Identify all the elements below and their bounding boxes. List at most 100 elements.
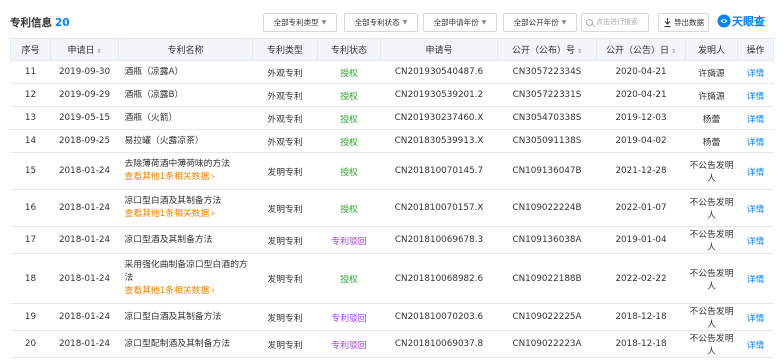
detail-link[interactable]: 详情 <box>737 303 774 331</box>
publication-date: 2020-04-21 <box>596 83 686 107</box>
inventor: 许旖源 <box>685 83 738 107</box>
related-data-label: 查看其他1条相关数据 <box>124 286 210 296</box>
related-data-link[interactable]: 查看其他1条相关数据 › <box>125 285 253 298</box>
patent-status: 授权 <box>317 60 381 84</box>
filter-patent-status[interactable]: 全部专利状态 ▼ <box>344 13 418 32</box>
application-number: CN201830539913.X <box>380 129 498 153</box>
row-index: 20 <box>10 330 51 358</box>
inventor: 不公告发明人 <box>685 226 738 254</box>
patent-name[interactable]: 酒瓶（凉露B） <box>125 90 184 100</box>
export-data-button[interactable]: 导出数据 <box>658 13 709 32</box>
publication-date: 2019-12-03 <box>596 106 686 130</box>
detail-link[interactable]: 详情 <box>737 129 774 153</box>
patent-name[interactable]: 凉口型白酒及其制备方法 <box>125 312 222 322</box>
filter-patent-status-label: 全部专利状态 <box>354 18 400 27</box>
patent-type: 发明专利 <box>252 330 318 358</box>
detail-link[interactable]: 详情 <box>737 152 774 190</box>
application-number: CN201810069037.8 <box>380 330 498 358</box>
search-input[interactable]: 点击进行搜索 <box>581 13 649 32</box>
tianyancha-logo[interactable]: 天眼查 <box>717 12 765 32</box>
row-index: 11 <box>10 60 51 84</box>
patent-name[interactable]: 酒瓶（凉露A） <box>125 67 184 77</box>
inventor: 不公告发明人 <box>685 152 738 190</box>
chevron-down-icon: ▼ <box>402 19 408 26</box>
related-data-label: 查看其他1条相关数据 <box>124 172 210 182</box>
publication-number: CN305091138S <box>497 129 597 153</box>
col-header-application-date[interactable]: 申请日 ⇕ <box>50 38 119 61</box>
col-header-publication-date-label: 公开（公告）日 <box>605 46 669 56</box>
publication-date: 2019-04-02 <box>596 129 686 153</box>
chevron-right-icon: › <box>211 286 215 296</box>
filter-application-year[interactable]: 全部申请年份 ▼ <box>423 13 497 32</box>
publication-date: 2019-01-04 <box>596 226 686 254</box>
inventor: 不公告发明人 <box>685 330 738 358</box>
related-data-link[interactable]: 查看其他1条相关数据 › <box>125 171 253 184</box>
sort-icon: ⇕ <box>96 48 102 55</box>
patent-name[interactable]: 去除薄荷酒中薄荷味的方法 <box>125 159 231 169</box>
related-data-link[interactable]: 查看其他1条相关数据 › <box>125 208 253 221</box>
download-icon <box>664 18 671 27</box>
row-index: 13 <box>10 106 51 130</box>
inventor: 不公告发明人 <box>685 189 738 227</box>
patent-type: 发明专利 <box>252 303 318 331</box>
table-row: 12 2019-09-29 酒瓶（凉露B） 外观专利 授权 CN201930539201.… <box>10 83 774 107</box>
patent-name[interactable]: 酒瓶（火箭） <box>125 113 178 123</box>
col-header-action: 操作 <box>737 38 774 61</box>
chevron-right-icon: › <box>211 209 215 219</box>
application-number: CN201810070145.7 <box>380 152 498 190</box>
filter-application-year-label: 全部申请年份 <box>433 18 479 27</box>
patent-name[interactable]: 凉口型配制酒及其制备方法 <box>125 339 231 349</box>
detail-link[interactable]: 详情 <box>737 106 774 130</box>
table-header-row: 序号 申请日 ⇕ 专利名称 专利类型 专利状态 申请号 公开（公布）号 ⇕ 公开（公… <box>10 38 774 61</box>
publication-number: CN305722331S <box>497 83 597 107</box>
patent-name-cell: 采用强化曲制备凉口型白酒的方法查看其他1条相关数据 › <box>118 253 253 304</box>
chevron-right-icon: › <box>211 172 215 182</box>
application-number: CN201810070157.X <box>380 189 498 227</box>
col-header-publication-date[interactable]: 公开（公告）日 ⇕ <box>596 38 686 61</box>
application-date: 2018-01-24 <box>50 226 119 254</box>
filter-publication-year[interactable]: 全部公开年份 ▼ <box>503 13 577 32</box>
patent-name-cell: 凉口型白酒及其制备方法 查看其他1条相关数据 › <box>118 189 253 227</box>
patent-type: 外观专利 <box>252 83 318 107</box>
table-row: 14 2018-09-25 易拉罐（火露凉茶） 外观专利 授权 CN20183053991… <box>10 129 774 153</box>
col-header-publication-number[interactable]: 公开（公布）号 ⇕ <box>497 38 597 61</box>
patent-name[interactable]: 易拉罐（火露凉茶） <box>125 136 204 146</box>
col-header-index: 序号 <box>10 38 51 61</box>
search-icon <box>586 19 593 26</box>
tianyancha-logo-icon <box>717 14 731 28</box>
patent-name[interactable]: 凉口型酒及其制备方法 <box>125 235 213 245</box>
application-date: 2018-01-24 <box>50 303 119 331</box>
col-header-patent-name: 专利名称 <box>118 38 253 61</box>
application-number: CN201810069678.3 <box>380 226 498 254</box>
application-date: 2018-01-24 <box>50 253 119 304</box>
patent-status: 专利驳回 <box>317 330 381 358</box>
patent-status: 授权 <box>317 106 381 130</box>
detail-link[interactable]: 详情 <box>737 83 774 107</box>
table-row: 19 2018-01-24 凉口型白酒及其制备方法 发明专利 专利驳回 CN2018100… <box>10 303 774 331</box>
inventor: 杨蕾 <box>685 129 738 153</box>
patent-count: 20 <box>55 17 70 29</box>
application-number: CN201930237460.X <box>380 106 498 130</box>
patent-type: 外观专利 <box>252 129 318 153</box>
detail-link[interactable]: 详情 <box>737 226 774 254</box>
filter-patent-type-label: 全部专利类型 <box>273 18 319 27</box>
chevron-down-icon: ▼ <box>321 19 327 26</box>
patent-name[interactable]: 采用强化曲制备凉口型白酒的方法 <box>125 260 248 283</box>
detail-link[interactable]: 详情 <box>737 189 774 227</box>
patent-name[interactable]: 凉口型白酒及其制备方法 <box>125 196 222 206</box>
detail-link[interactable]: 详情 <box>737 330 774 358</box>
row-index: 16 <box>10 189 51 227</box>
application-number: CN201810070203.6 <box>380 303 498 331</box>
patent-table: 序号 申请日 ⇕ 专利名称 专利类型 专利状态 申请号 公开（公布）号 ⇕ 公开（公… <box>10 38 774 358</box>
application-date: 2018-01-24 <box>50 189 119 227</box>
publication-date: 2020-04-21 <box>596 60 686 84</box>
patent-type: 发明专利 <box>252 152 318 190</box>
row-index: 14 <box>10 129 51 153</box>
related-data-label: 查看其他1条相关数据 <box>124 209 210 219</box>
col-header-inventor: 发明人 <box>685 38 738 61</box>
detail-link[interactable]: 详情 <box>737 60 774 84</box>
filter-patent-type[interactable]: 全部专利类型 ▼ <box>263 13 337 32</box>
detail-link[interactable]: 详情 <box>737 253 774 304</box>
application-date: 2018-01-24 <box>50 330 119 358</box>
logo-text: 天眼查 <box>732 15 765 28</box>
